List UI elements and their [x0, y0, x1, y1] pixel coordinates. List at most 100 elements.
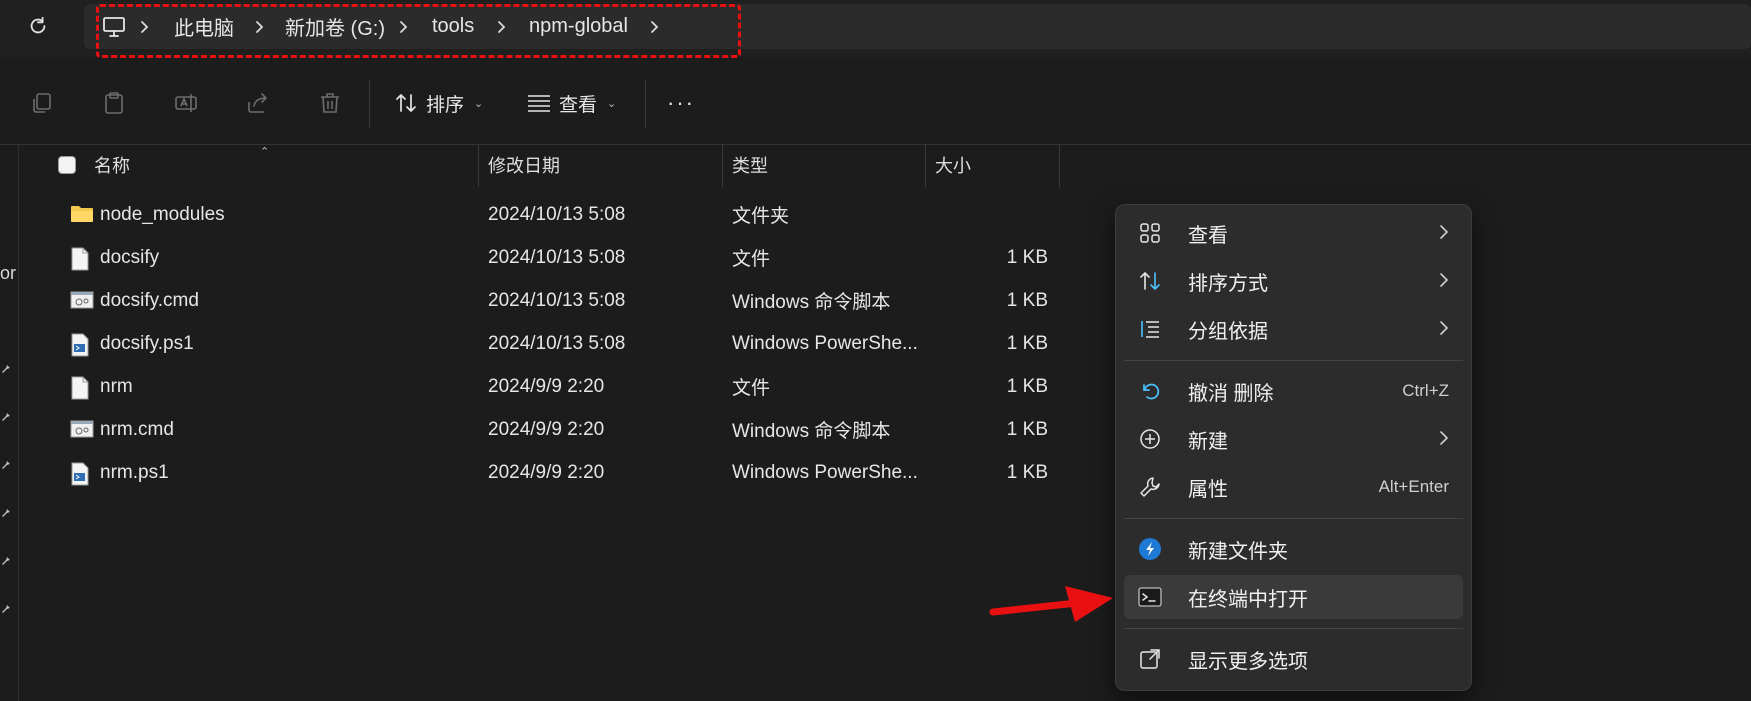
- menu-item-undo-delete[interactable]: 撤消 删除 Ctrl+Z: [1124, 369, 1463, 413]
- file-type: Windows PowerShe...: [732, 332, 918, 354]
- menu-label: 在终端中打开: [1188, 588, 1308, 611]
- grid-view-icon: [1138, 221, 1162, 245]
- menu-item-new[interactable]: 新建: [1124, 417, 1463, 461]
- file-type: Windows 命令脚本: [732, 292, 891, 313]
- file-row-nrm-ps1[interactable]: nrm.ps1 2024/9/9 2:20 Windows PowerShe..…: [18, 451, 1058, 494]
- pin-icon: [0, 505, 14, 519]
- column-header-name[interactable]: 名称: [94, 145, 130, 185]
- menu-item-properties[interactable]: 属性 Alt+Enter: [1124, 465, 1463, 509]
- file-size: 1 KB: [1006, 246, 1048, 268]
- terminal-icon: [1138, 585, 1162, 609]
- rename-icon: [175, 94, 197, 112]
- plus-circle-icon: [1138, 427, 1162, 451]
- toolbar-divider: [369, 80, 370, 128]
- file-name: nrm.ps1: [100, 461, 169, 483]
- file-row-node-modules[interactable]: node_modules 2024/10/13 5:08 文件夹: [18, 193, 1058, 236]
- refresh-button[interactable]: [24, 12, 52, 40]
- rename-button[interactable]: [171, 88, 201, 118]
- pin-icon: [0, 457, 14, 471]
- file-row-nrm[interactable]: nrm 2024/9/9 2:20 文件 1 KB: [18, 365, 1058, 408]
- file-name: nrm: [100, 375, 133, 397]
- annotation-highlight-box: [96, 4, 741, 58]
- file-row-docsify-ps1[interactable]: docsify.ps1 2024/10/13 5:08 Windows Powe…: [18, 322, 1058, 365]
- file-type: 文件夹: [732, 206, 790, 227]
- refresh-icon: [30, 16, 46, 34]
- pin-icon: [0, 601, 14, 615]
- paste-button[interactable]: [99, 88, 129, 118]
- file-size: 1 KB: [1006, 289, 1048, 311]
- file-name: docsify: [100, 246, 160, 268]
- file-icon: [70, 247, 92, 271]
- menu-item-new-folder[interactable]: 新建文件夹: [1124, 527, 1463, 571]
- sort-label: 排序: [426, 94, 465, 116]
- chevron-right-icon: [1439, 224, 1449, 240]
- more-dots-icon: ···: [667, 90, 695, 115]
- menu-label: 查看: [1188, 224, 1228, 247]
- file-date: 2024/9/9 2:20: [488, 418, 605, 440]
- file-size: 1 KB: [1006, 332, 1048, 354]
- chevron-down-icon: ⌄: [607, 97, 617, 110]
- annotation-arrow-icon: [989, 586, 1113, 622]
- column-header-date[interactable]: 修改日期: [488, 145, 560, 185]
- menu-divider: [1124, 360, 1463, 361]
- file-type: 文件: [732, 249, 771, 270]
- menu-item-sort-by[interactable]: 排序方式: [1124, 259, 1463, 303]
- pin-icon: [0, 409, 14, 423]
- cmd-file-icon: [70, 419, 94, 441]
- column-header-size[interactable]: 大小: [935, 145, 971, 185]
- sort-icon: [396, 94, 416, 112]
- menu-label: 属性: [1188, 478, 1228, 501]
- file-row-docsify-cmd[interactable]: docsify.cmd 2024/10/13 5:08 Windows 命令脚本…: [18, 279, 1058, 322]
- cmd-file-icon: [70, 290, 94, 312]
- view-label: 查看: [559, 94, 598, 116]
- pin-icon: [0, 361, 14, 375]
- file-row-docsify[interactable]: docsify 2024/10/13 5:08 文件 1 KB: [18, 236, 1058, 279]
- file-date: 2024/10/13 5:08: [488, 246, 626, 268]
- wrench-icon: [1138, 475, 1162, 499]
- command-bar: 排序 ⌄ 查看 ⌄ ···: [0, 62, 1751, 145]
- file-size: 1 KB: [1006, 418, 1048, 440]
- menu-label: 新建: [1188, 430, 1228, 453]
- menu-item-show-more-options[interactable]: 显示更多选项: [1124, 637, 1463, 681]
- column-header-type[interactable]: 类型: [732, 145, 768, 185]
- file-type: 文件: [732, 378, 771, 399]
- visual-studio-code-icon: [1138, 537, 1162, 561]
- powershell-file-icon: [70, 333, 92, 357]
- file-name: docsify.cmd: [100, 289, 199, 311]
- sort-ascending-indicator-icon: ⌃: [260, 146, 270, 158]
- file-size: 1 KB: [1006, 375, 1048, 397]
- context-menu: 查看 排序方式 分组依据 撤消 删除 Ctrl+Z 新建 属性 Alt+Ente…: [1115, 204, 1472, 691]
- column-divider[interactable]: [722, 145, 723, 187]
- menu-label: 新建文件夹: [1188, 540, 1288, 563]
- share-button[interactable]: [243, 88, 273, 118]
- file-date: 2024/10/13 5:08: [488, 332, 626, 354]
- file-date: 2024/10/13 5:08: [488, 203, 626, 225]
- file-date: 2024/9/9 2:20: [488, 375, 605, 397]
- show-more-options-icon: [1138, 647, 1162, 671]
- sort-button[interactable]: 排序 ⌄: [394, 84, 483, 122]
- column-divider[interactable]: [1059, 145, 1060, 187]
- file-row-nrm-cmd[interactable]: nrm.cmd 2024/9/9 2:20 Windows 命令脚本 1 KB: [18, 408, 1058, 451]
- more-options-button[interactable]: ···: [667, 84, 695, 122]
- file-date: 2024/9/9 2:20: [488, 461, 605, 483]
- delete-button[interactable]: [315, 88, 345, 118]
- sort-icon: [1138, 269, 1162, 293]
- address-toolbar: 此电脑 新加卷 (G:) tools npm-global: [0, 0, 1751, 58]
- copy-button[interactable]: [27, 88, 57, 118]
- menu-item-open-in-terminal[interactable]: 在终端中打开: [1124, 575, 1463, 619]
- select-all-checkbox[interactable]: [58, 156, 76, 174]
- menu-divider: [1124, 628, 1463, 629]
- menu-label: 撤消 删除: [1188, 382, 1274, 405]
- menu-item-group-by[interactable]: 分组依据: [1124, 307, 1463, 351]
- column-divider[interactable]: [478, 145, 479, 187]
- column-divider[interactable]: [925, 145, 926, 187]
- file-size: 1 KB: [1006, 461, 1048, 483]
- file-date: 2024/10/13 5:08: [488, 289, 626, 311]
- file-type: Windows 命令脚本: [732, 421, 891, 442]
- menu-item-view[interactable]: 查看: [1124, 211, 1463, 255]
- undo-icon: [1138, 379, 1162, 403]
- share-icon: [248, 93, 268, 113]
- menu-divider: [1124, 518, 1463, 519]
- view-button[interactable]: 查看 ⌄: [527, 84, 616, 122]
- shortcut-label: Ctrl+Z: [1402, 381, 1449, 400]
